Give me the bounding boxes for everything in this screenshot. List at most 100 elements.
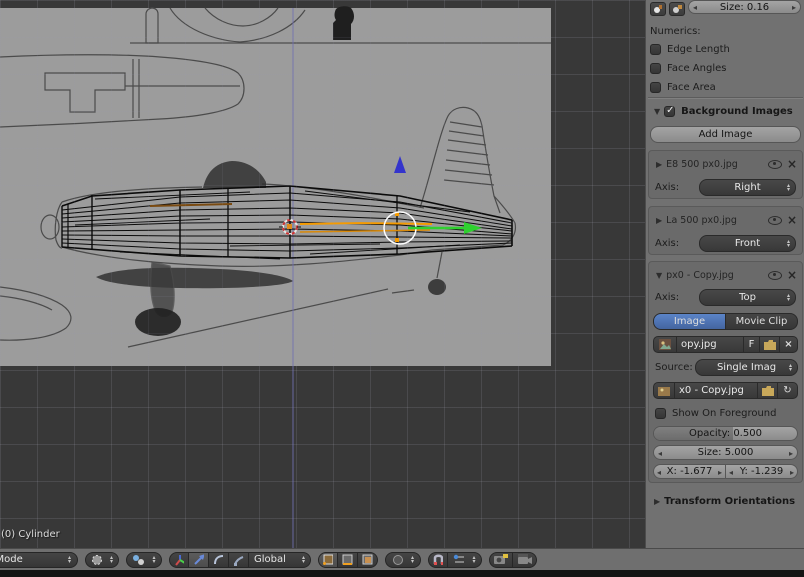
show-foreground-label: Show On Foreground — [672, 407, 777, 419]
3d-viewport[interactable]: (0) Cylinder — [0, 0, 645, 548]
remove-x-icon[interactable]: × — [787, 158, 797, 170]
proportional-editing-dropdown[interactable]: ▴ ▾ — [385, 551, 421, 568]
face-angles-checkbox[interactable]: Face Angles — [650, 62, 801, 75]
source-dropdown[interactable]: Single Imag ▴ ▾ — [695, 359, 798, 376]
tab-image[interactable]: Image — [653, 313, 726, 330]
size-slider[interactable]: ◂ Size: 5.000 ▸ — [653, 445, 798, 460]
axis-label: Axis: — [655, 238, 680, 249]
face-area-checkbox[interactable]: Face Area — [650, 81, 801, 94]
checkbox-box[interactable] — [650, 44, 661, 55]
axis-dropdown[interactable]: Right ▴ ▾ — [699, 179, 796, 196]
stepper-right-arrow[interactable]: ▸ — [790, 468, 794, 477]
checkbox-box[interactable] — [655, 407, 666, 419]
snap-element-dropdown[interactable]: ▴ ▾ — [448, 551, 482, 568]
expand-triangle-icon[interactable]: ▶ — [656, 160, 662, 169]
rotate-manipulator-button[interactable] — [209, 551, 229, 568]
expand-triangle-icon[interactable]: ▶ — [656, 216, 662, 225]
tab-movie-clip[interactable]: Movie Clip — [726, 313, 798, 330]
vertex-normals-toggle[interactable] — [650, 1, 666, 16]
background-images-checkbox[interactable] — [664, 105, 676, 117]
expand-triangle-icon[interactable]: ▶ — [654, 497, 660, 506]
datablock-name-field[interactable]: opy.jpg — [677, 336, 744, 353]
snap-magnet-toggle[interactable] — [428, 551, 448, 568]
orientation-value: Global — [254, 554, 286, 565]
image-datablock-icon[interactable] — [653, 336, 677, 353]
stepper-right-arrow[interactable]: ▸ — [718, 468, 722, 477]
viewport-shading-dropdown[interactable]: ▴ ▾ — [85, 551, 119, 568]
axis-label: Axis: — [655, 182, 680, 193]
viewport-header: Edit Mode ▴▾ ▴▾ ▴▾ — [0, 548, 804, 570]
normals-size-value: Size: 0.16 — [719, 1, 770, 13]
axis-dropdown[interactable]: Front ▴ ▾ — [699, 235, 796, 252]
slider-left-arrow[interactable]: ◂ — [658, 449, 662, 458]
opengl-render-image-button[interactable] — [489, 551, 513, 568]
x-offset-field[interactable]: ◂ X: -1.677 ▸ — [653, 464, 726, 479]
tab-movie-label: Movie Clip — [735, 316, 788, 327]
add-image-button[interactable]: Add Image — [650, 126, 801, 143]
fake-user-button[interactable]: F — [744, 336, 760, 353]
edge-select-button[interactable] — [338, 551, 358, 568]
manipulator-toggle[interactable] — [169, 551, 189, 568]
reload-icon[interactable]: ↻ — [778, 382, 798, 399]
dropdown-arrows-icon: ▴ ▾ — [788, 361, 792, 373]
transform-orientation-dropdown[interactable]: Global ▴ ▾ — [249, 551, 311, 568]
show-foreground-checkbox[interactable]: Show On Foreground — [655, 406, 798, 420]
axis-value: Front — [734, 238, 761, 249]
scale-manipulator-button[interactable] — [229, 551, 249, 568]
face-area-label: Face Area — [667, 82, 716, 93]
dropdown-arrows-icon: ▴ ▾ — [786, 181, 790, 193]
browse-folder-icon[interactable] — [758, 382, 778, 399]
open-image-icon[interactable] — [760, 336, 780, 353]
dropdown-arrows-icon: ▴ ▾ — [301, 553, 305, 565]
background-images-header[interactable]: ▼ Background Images — [650, 104, 801, 118]
slider-right-arrow[interactable]: ▸ — [792, 3, 796, 12]
dropdown-arrows-icon: ▴ ▾ — [786, 291, 790, 303]
properties-panel: ◂ Size: 0.16 ▸ Numerics: Edge Length Fac… — [645, 0, 804, 548]
visibility-eye-icon[interactable] — [767, 159, 782, 169]
stepper-left-arrow[interactable]: ◂ — [657, 468, 661, 477]
axis-value: Top — [739, 292, 756, 303]
vertex-select-button[interactable] — [318, 551, 338, 568]
filepath-field[interactable]: x0 - Copy.jpg — [675, 382, 758, 399]
image-name[interactable]: px0 - Copy.jpg — [666, 270, 765, 281]
add-image-label: Add Image — [698, 129, 753, 140]
axis-label: Axis: — [655, 292, 680, 303]
dropdown-arrows-icon: ▴ ▾ — [472, 553, 476, 565]
file-image-icon[interactable] — [653, 382, 675, 399]
slider-left-arrow[interactable]: ◂ — [693, 3, 697, 12]
slider-right-arrow[interactable]: ▸ — [789, 449, 793, 458]
unlink-x-icon[interactable]: × — [780, 336, 798, 353]
face-normals-toggle[interactable] — [669, 1, 685, 16]
collapse-triangle-icon[interactable]: ▼ — [656, 271, 662, 280]
y-offset-field[interactable]: ◂ Y: -1.239 ▸ — [726, 464, 798, 479]
tab-image-label: Image — [673, 316, 706, 327]
visibility-eye-icon[interactable] — [767, 215, 782, 225]
remove-x-icon[interactable]: × — [787, 214, 797, 226]
checkbox-box[interactable] — [650, 82, 661, 93]
mode-dropdown[interactable]: Edit Mode ▴▾ — [0, 551, 78, 568]
image-name[interactable]: E8 500 px0.jpg — [666, 159, 765, 170]
edge-length-checkbox[interactable]: Edge Length — [650, 43, 801, 56]
pivot-point-dropdown[interactable]: ▴ ▾ — [126, 551, 162, 568]
dropdown-arrows-icon: ▴ ▾ — [67, 553, 71, 565]
transform-orientations-header[interactable]: ▶ Transform Orientations — [650, 494, 801, 508]
remove-x-icon[interactable]: × — [787, 269, 797, 281]
opacity-slider[interactable]: Opacity: 0.500 — [653, 426, 798, 441]
stepper-left-arrow[interactable]: ◂ — [729, 468, 733, 477]
visibility-eye-icon[interactable] — [767, 270, 782, 280]
expand-triangle-icon[interactable]: ▼ — [654, 107, 660, 116]
dropdown-arrows-icon: ▴ ▾ — [152, 553, 156, 565]
source-label: Source: — [655, 362, 693, 373]
opengl-render-animation-button[interactable] — [513, 551, 537, 568]
face-select-button[interactable] — [358, 551, 378, 568]
normals-size-slider[interactable]: ◂ Size: 0.16 ▸ — [688, 0, 801, 14]
axis-dropdown[interactable]: Top ▴ ▾ — [699, 289, 796, 306]
dropdown-arrows-icon: ▴ ▾ — [109, 553, 113, 565]
bg-image-entry-3: ▼ px0 - Copy.jpg × Axis: Top ▴ ▾ Image Mo… — [648, 261, 803, 483]
image-name[interactable]: La 500 px0.jpg — [666, 215, 765, 226]
fake-user-label: F — [748, 339, 755, 350]
bg-image-entry-1: ▶ E8 500 px0.jpg × Axis: Right ▴ ▾ — [648, 150, 803, 199]
x-offset-value: X: -1.677 — [666, 466, 713, 477]
checkbox-box[interactable] — [650, 63, 661, 74]
translate-manipulator-button[interactable] — [189, 551, 209, 568]
